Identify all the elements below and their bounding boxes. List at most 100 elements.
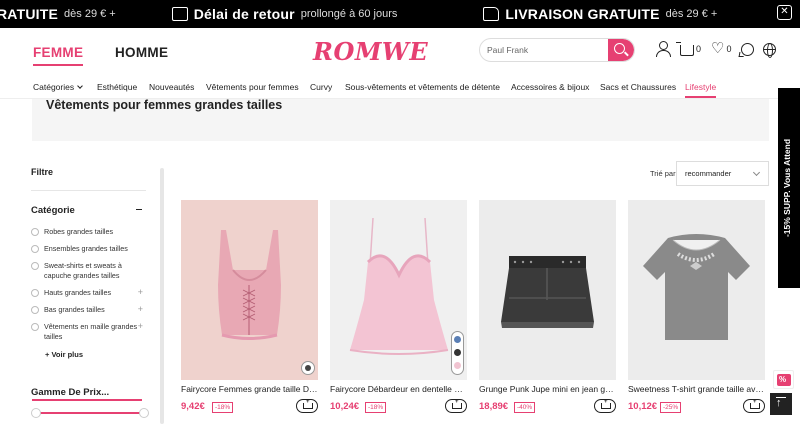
color-swatch[interactable]	[454, 362, 461, 369]
chat-bubble-icon	[741, 42, 754, 56]
nav-item-categories[interactable]: Catégories	[33, 82, 83, 92]
product-name[interactable]: Sweetness T-shirt grande taille avec nœu…	[628, 384, 765, 394]
product-image[interactable]	[479, 200, 616, 380]
cart-button[interactable]: 0	[676, 41, 702, 57]
back-to-top-button[interactable]	[770, 393, 792, 415]
promo-strong-text: LIVRAISON GRATUITE	[505, 6, 660, 22]
search-bar	[479, 38, 635, 62]
nav-item-vetements-femmes[interactable]: Vêtements pour femmes	[206, 82, 299, 92]
category-filter-label: Sweat-shirts et sweats à capuche grandes…	[44, 261, 122, 280]
category-filter-label: Hauts grandes tailles	[44, 288, 112, 297]
nav-item-esthetique[interactable]: Esthétique	[97, 82, 137, 92]
radio-button[interactable]	[31, 262, 39, 270]
gender-tab-homme[interactable]: HOMME	[115, 45, 168, 60]
see-more-link[interactable]: + Voir plus	[45, 350, 83, 359]
search-button[interactable]	[608, 39, 634, 61]
product-price: 9,42€	[181, 401, 205, 412]
expand-plus-icon[interactable]: +	[138, 305, 143, 314]
expand-plus-icon[interactable]: +	[138, 322, 143, 331]
product-name[interactable]: Fairycore Femmes grande taille Débardeur	[181, 384, 318, 394]
nav-item-sacs-chaussures[interactable]: Sacs et Chaussures	[600, 82, 676, 92]
black-denim-skirt-image	[479, 200, 616, 380]
page-title: Vêtements pour femmes grandes tailles	[46, 98, 283, 112]
radio-button[interactable]	[31, 289, 39, 297]
radio-button[interactable]	[31, 228, 39, 236]
product-image[interactable]	[181, 200, 318, 380]
product-image[interactable]	[628, 200, 765, 380]
collapse-minus-icon[interactable]	[136, 209, 142, 211]
category-filter-item[interactable]: Ensembles grandes tailles	[31, 244, 143, 254]
category-filter-item[interactable]: Bas grandes tailles +	[31, 305, 143, 315]
price-range-track[interactable]	[35, 412, 145, 414]
gender-tab-femme[interactable]: FEMME	[33, 45, 84, 66]
add-to-cart-button[interactable]	[445, 399, 467, 413]
category-filter-item[interactable]: Vêtements en maille grandes tailles +	[31, 322, 143, 342]
sort-dropdown[interactable]: recommander	[676, 161, 769, 186]
chevron-down-icon	[752, 168, 761, 177]
product-card[interactable]: Grunge Punk Jupe mini en jean grande tai…	[479, 200, 616, 424]
radio-button[interactable]	[31, 323, 39, 331]
promo-strong-text: RATUITE	[0, 6, 59, 22]
product-price: 10,12€	[628, 401, 658, 412]
product-name[interactable]: Fairycore Débardeur en dentelle grande t…	[330, 384, 467, 394]
search-input[interactable]	[480, 39, 608, 61]
radio-button[interactable]	[31, 245, 39, 253]
filter-heading: Filtre	[31, 167, 54, 177]
support-button[interactable]	[741, 41, 754, 57]
close-icon: ✕	[777, 5, 792, 20]
price-min-handle[interactable]	[31, 408, 41, 418]
cart-icon	[676, 41, 694, 56]
price-max-handle[interactable]	[139, 408, 149, 418]
promo-close-button[interactable]: ✕	[770, 0, 800, 28]
color-swatch[interactable]	[301, 361, 315, 375]
color-swatch[interactable]	[454, 336, 461, 343]
wishlist-count: 0	[726, 44, 732, 54]
category-filter-item[interactable]: Robes grandes tailles	[31, 227, 143, 237]
add-to-cart-button[interactable]	[296, 399, 318, 413]
promo-light-text: dès 29 € +	[64, 8, 116, 20]
product-image[interactable]	[330, 200, 467, 380]
expand-plus-icon[interactable]: +	[138, 288, 143, 297]
language-button[interactable]	[763, 41, 776, 58]
nav-item-sous-vetements[interactable]: Sous-vêtements et vêtements de détente	[345, 82, 500, 92]
product-name[interactable]: Grunge Punk Jupe mini en jean grande tai…	[479, 384, 616, 394]
site-logo[interactable]: ROMWE	[313, 37, 428, 66]
pink-lace-cami-image	[330, 200, 467, 380]
heart-icon: ♡	[711, 40, 725, 57]
grey-tshirt-image	[628, 200, 765, 380]
account-icon[interactable]	[656, 41, 671, 57]
add-to-cart-button[interactable]	[743, 399, 765, 413]
category-filter-heading[interactable]: Catégorie	[31, 205, 75, 216]
truck-icon	[483, 7, 500, 21]
divider	[31, 190, 146, 191]
nav-item-nouveautes[interactable]: Nouveautés	[149, 82, 194, 92]
product-card[interactable]: Fairycore Femmes grande taille Débardeur…	[181, 200, 318, 424]
radio-button[interactable]	[31, 306, 39, 314]
category-filter-list: Robes grandes tailles Ensembles grandes …	[31, 227, 143, 342]
discount-badge: -18%	[212, 402, 234, 413]
promo-item-free-shipping-partial: RATUITE dès 29 € +	[0, 6, 116, 22]
color-swatch[interactable]	[454, 349, 461, 356]
wishlist-button[interactable]: ♡ 0	[711, 41, 731, 57]
discount-badge: -25%	[660, 402, 682, 413]
sidebar-scrollbar[interactable]	[160, 168, 164, 424]
price-filter-heading[interactable]: Gamme De Prix...	[31, 387, 109, 398]
promo-item-return: Délai de retour prollongé à 60 jours	[171, 6, 397, 22]
nav-item-curvy[interactable]: Curvy	[310, 82, 332, 92]
promo-side-tab[interactable]: -15% SUPP. Vous Attend	[778, 88, 800, 288]
promo-light-text: dès 29 € +	[665, 8, 718, 20]
sort-selected-value: recommander	[685, 169, 732, 178]
nav-item-accessoires[interactable]: Accessoires & bijoux	[511, 82, 589, 92]
promo-bar: RATUITE dès 29 € + Délai de retour proll…	[0, 0, 800, 28]
percent-icon: %	[779, 375, 787, 384]
cart-count: 0	[696, 44, 702, 54]
category-filter-item[interactable]: Sweat-shirts et sweats à capuche grandes…	[31, 261, 143, 281]
category-filter-label: Ensembles grandes tailles	[44, 244, 128, 253]
color-swatch-stack[interactable]	[451, 331, 464, 375]
discount-coupon-button[interactable]: %	[773, 370, 794, 389]
category-filter-item[interactable]: Hauts grandes tailles +	[31, 288, 143, 298]
add-to-cart-button[interactable]	[594, 399, 616, 413]
product-card[interactable]: Sweetness T-shirt grande taille avec nœu…	[628, 200, 765, 424]
nav-item-lifestyle[interactable]: Lifestyle	[685, 82, 717, 98]
product-card[interactable]: Fairycore Débardeur en dentelle grande t…	[330, 200, 467, 424]
